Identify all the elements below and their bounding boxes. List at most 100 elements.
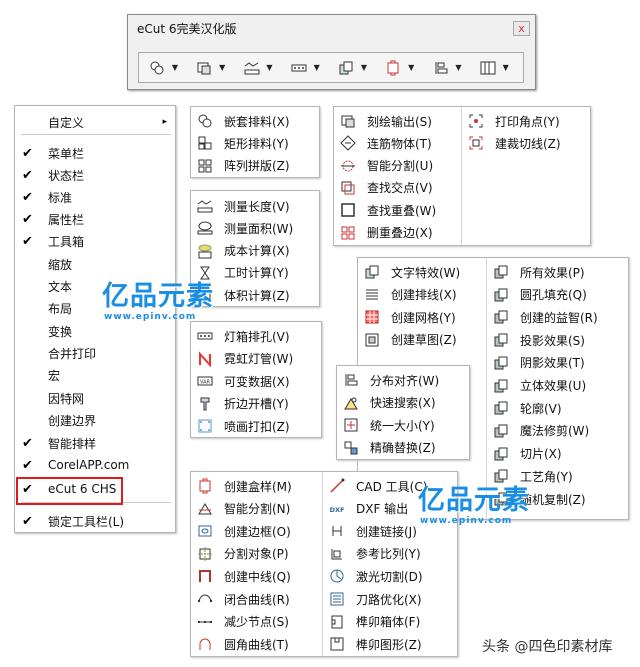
menu-item[interactable]: ✔ 属性栏 <box>15 208 175 230</box>
menu-item[interactable]: 精确替换(Z) <box>337 437 469 459</box>
menu-item[interactable]: 智能分割(N) <box>191 498 321 520</box>
svg-text:DXF: DXF <box>330 506 345 514</box>
menu-item[interactable]: 打印角点(Y) <box>462 110 590 132</box>
menu-item[interactable]: 分布对齐(W) <box>337 369 469 391</box>
centerline-icon <box>197 568 213 584</box>
menu-item[interactable]: 创建的益智(R) <box>487 306 629 328</box>
effects-icon[interactable] <box>334 57 358 79</box>
box-template-icon[interactable] <box>381 57 405 79</box>
menu-item[interactable]: 创建盒样(M) <box>191 475 321 497</box>
menu-item[interactable]: 创建中线(Q) <box>191 565 321 587</box>
menu-item[interactable]: 刻绘输出(S) <box>334 110 459 132</box>
menu-item[interactable]: 合并打印 <box>15 342 175 364</box>
menu-item[interactable]: 分割对象(P) <box>191 543 321 565</box>
menu-item[interactable]: 魔法修剪(W) <box>487 420 629 442</box>
menu-item[interactable]: 删重叠边(X) <box>334 222 459 244</box>
menu-item[interactable]: 闭合曲线(R) <box>191 588 321 610</box>
hourglass-icon <box>197 265 213 281</box>
menu-item[interactable]: 创建排线(X) <box>358 284 486 306</box>
measure-length-icon <box>197 198 213 214</box>
menu-item[interactable]: ✔ CorelAPP.com <box>15 454 175 476</box>
menu-item[interactable]: 查找交点(V) <box>334 177 459 199</box>
dropdown-arrow-icon[interactable]: ▼ <box>264 63 276 72</box>
menu-item[interactable]: 圆孔填充(Q) <box>487 284 629 306</box>
menu-item-label: 智能分割(U) <box>367 159 434 174</box>
measure-icon[interactable] <box>240 57 264 79</box>
menu-item[interactable]: 统一大小(Y) <box>337 414 469 436</box>
menu-item[interactable]: 参考比列(Y) <box>323 543 458 565</box>
menu-item[interactable]: 因特网 <box>15 387 175 409</box>
menu-item[interactable]: 建裁切线(Z) <box>462 132 590 154</box>
menu-item[interactable]: 圆角曲线(T) <box>191 633 321 655</box>
menu-item[interactable]: 测量面积(W) <box>191 217 319 239</box>
menu-item-label: 统一大小(Y) <box>370 418 435 433</box>
distribute-icon[interactable] <box>429 57 453 79</box>
menu-item[interactable]: ✔ 智能排样 <box>15 432 175 454</box>
menu-item[interactable]: 智能分割(U) <box>334 155 459 177</box>
menu-item[interactable]: 刀路优化(X) <box>323 588 458 610</box>
menu-item[interactable]: 灯箱排孔(V) <box>191 325 321 347</box>
menu-item[interactable]: 减少节点(S) <box>191 611 321 633</box>
menu-item-label: 创建链接(J) <box>356 524 417 539</box>
menu-item[interactable]: 霓虹灯管(W) <box>191 348 321 370</box>
menu-item[interactable]: 轮廓(V) <box>487 397 629 419</box>
box-icon <box>197 478 213 494</box>
menu-item[interactable]: ✔ 工具箱 <box>15 230 175 252</box>
menu-item[interactable]: 切片(X) <box>487 443 629 465</box>
led-hole-icon[interactable] <box>287 57 311 79</box>
dropdown-arrow-icon[interactable]: ▼ <box>405 63 417 72</box>
menu-item[interactable]: 连筋物体(T) <box>334 132 459 154</box>
menu-item[interactable]: ✔ 状态栏 <box>15 164 175 186</box>
menu-item[interactable]: 创建网格(Y) <box>358 306 486 328</box>
window-icon[interactable] <box>476 57 500 79</box>
menu-item[interactable]: 激光切割(D) <box>323 565 458 587</box>
menu-item[interactable]: 宏 <box>15 364 175 386</box>
menu-item[interactable]: 创建边框(O) <box>191 520 321 542</box>
menu-item[interactable]: 测量长度(V) <box>191 195 319 217</box>
menu-item[interactable]: 折边开槽(Y) <box>191 393 321 415</box>
check-icon: ✔ <box>22 211 33 227</box>
menu-item[interactable]: 查找重叠(W) <box>334 199 459 221</box>
dropdown-arrow-icon[interactable]: ▼ <box>169 63 181 72</box>
menu-item[interactable]: ✔ 菜单栏 <box>15 142 175 164</box>
menu-item-label: 喷画打扣(Z) <box>224 419 290 434</box>
menu-item-label: 减少节点(S) <box>224 615 289 630</box>
nesting-icon[interactable] <box>145 57 169 79</box>
dropdown-arrow-icon[interactable]: ▼ <box>311 63 323 72</box>
menu-item[interactable]: 创建边界 <box>15 409 175 431</box>
hole-fill-icon <box>493 287 509 303</box>
menu-item[interactable]: 成本计算(X) <box>191 240 319 262</box>
menu-item-label: 状态栏 <box>48 168 85 183</box>
menu-item[interactable]: ✔ 锁定工具栏(L) <box>15 510 175 532</box>
dropdown-arrow-icon[interactable]: ▼ <box>453 63 465 72</box>
close-button[interactable]: x <box>513 21 530 36</box>
menu-item[interactable]: 榫卯图形(Z) <box>323 633 458 655</box>
toolpath-icon <box>329 591 345 607</box>
menu-item[interactable]: 喷画打扣(Z) <box>191 415 321 437</box>
menu-item[interactable]: 创建草图(Z) <box>358 329 486 351</box>
dropdown-arrow-icon[interactable]: ▼ <box>216 63 228 72</box>
menu-item[interactable]: VAR 可变数据(X) <box>191 370 321 392</box>
menu-item[interactable]: 嵌套排料(X) <box>191 110 319 132</box>
menu-item[interactable]: 变换 <box>15 320 175 342</box>
close-curve-icon <box>197 591 213 607</box>
menu-item[interactable]: 文字特效(W) <box>358 261 486 283</box>
dropdown-arrow-icon[interactable]: ▼ <box>358 63 370 72</box>
output-icon[interactable] <box>192 57 216 79</box>
menu-item[interactable]: 缩放 <box>15 253 175 275</box>
menu-item[interactable]: 矩形排料(Y) <box>191 132 319 154</box>
menu-item[interactable]: 快速搜索(X) <box>337 392 469 414</box>
link-icon <box>329 523 345 539</box>
dropdown-arrow-icon[interactable]: ▼ <box>500 63 512 72</box>
menu-item[interactable]: 自定义 ▸ <box>15 111 175 133</box>
menu-item[interactable]: 阴影效果(T) <box>487 352 629 374</box>
menu-item[interactable]: 阵列拼版(Z) <box>191 155 319 177</box>
menu-item-label: 创建的益智(R) <box>520 310 598 325</box>
menu-item[interactable]: 所有效果(P) <box>487 261 629 283</box>
menu-item[interactable]: 榫卯箱体(F) <box>323 611 458 633</box>
menu-item[interactable]: 工艺角(Y) <box>487 465 629 487</box>
menu-item[interactable]: 立体效果(U) <box>487 375 629 397</box>
watermark-url-2: www.epinv.com <box>420 516 513 526</box>
menu-item[interactable]: ✔ 标准 <box>15 186 175 208</box>
menu-item[interactable]: 投影效果(S) <box>487 329 629 351</box>
